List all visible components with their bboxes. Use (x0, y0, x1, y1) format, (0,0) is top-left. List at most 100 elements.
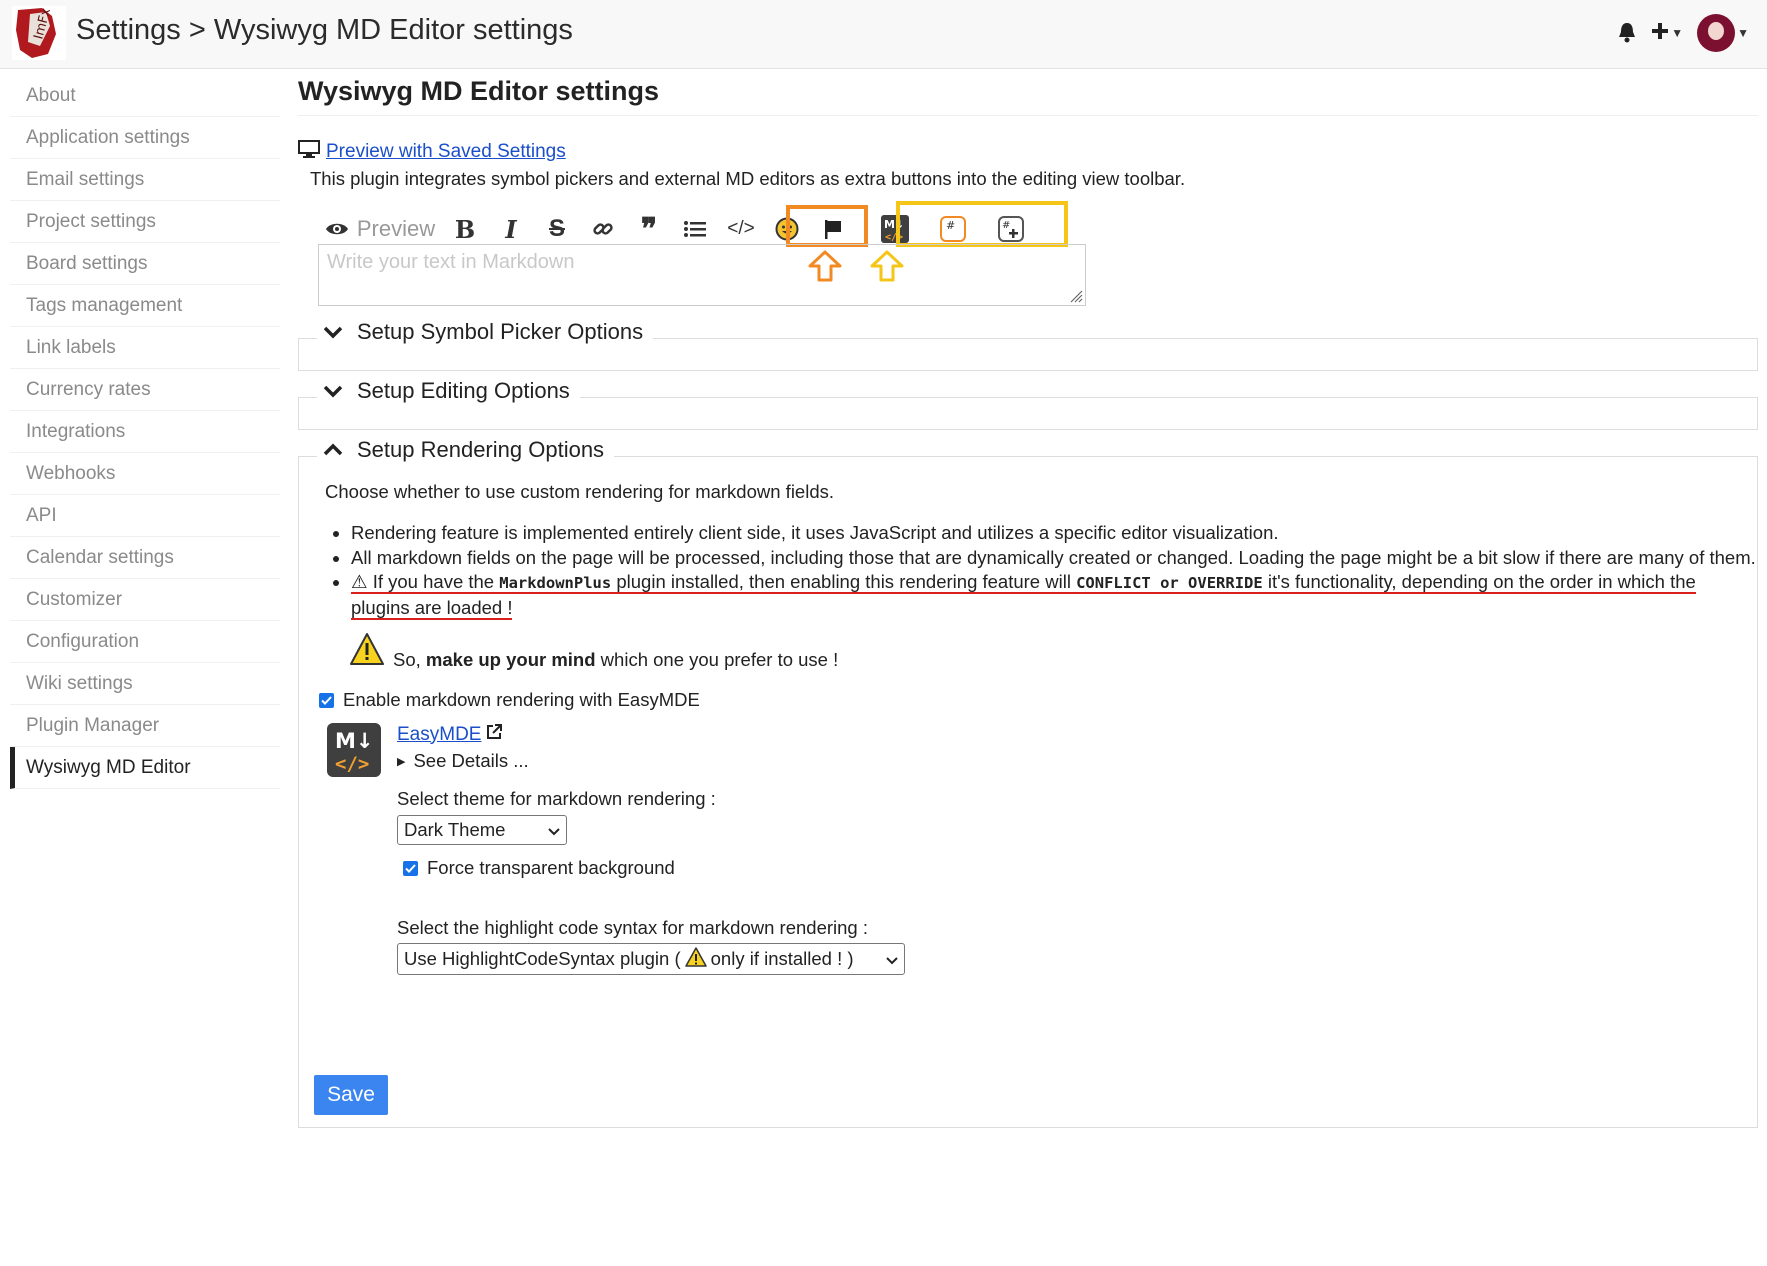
sidebar-item-configuration[interactable]: Configuration (10, 621, 280, 663)
main-content: Wysiwyg MD Editor settings Preview with … (298, 68, 1758, 312)
mind-text-b: which one you prefer to use ! (595, 649, 839, 670)
yellow-arrow-up-icon (870, 250, 904, 287)
external-link-icon (485, 723, 503, 746)
mind-note: So, make up your mind which one you pref… (349, 632, 1759, 671)
warning-text-a: ⚠ If you have the (351, 571, 500, 592)
new-item-menu[interactable]: ▼ (1651, 22, 1683, 45)
eye-icon (325, 221, 349, 237)
symbol-picker-title: Setup Symbol Picker Options (357, 319, 644, 344)
list-button[interactable] (672, 209, 718, 249)
list-item: Rendering feature is implemented entirel… (351, 521, 1759, 546)
theme-select[interactable]: Dark Theme (397, 815, 567, 845)
sidebar-item-wiki-settings[interactable]: Wiki settings (10, 663, 280, 705)
easymde-link[interactable]: EasyMDE (397, 724, 481, 746)
bold-button[interactable]: B (442, 209, 488, 249)
mind-text-bold: make up your mind (425, 649, 596, 670)
user-menu[interactable]: ▼ (1697, 14, 1749, 52)
rendering-options-toggle[interactable]: Setup Rendering Options (317, 437, 615, 463)
sidebar-item-integrations[interactable]: Integrations (10, 411, 280, 453)
avatar (1697, 14, 1736, 52)
rendering-intro: Choose whether to use custom rendering f… (325, 481, 835, 502)
caret-down-icon: ▼ (1671, 26, 1684, 40)
list-icon (684, 220, 706, 238)
italic-icon: I (505, 214, 517, 244)
warning-text-b: plugin installed, then enabling this ren… (611, 571, 1077, 592)
sidebar-item-application-settings[interactable]: Application settings (10, 117, 280, 159)
editing-options-title: Setup Editing Options (357, 378, 570, 403)
preview-label: Preview (356, 216, 436, 241)
transparent-bg-label: Force transparent background (427, 857, 675, 878)
sidebar-item-about[interactable]: About (10, 75, 280, 117)
resize-handle-icon[interactable] (1069, 289, 1083, 303)
list-item: All markdown fields on the page will be … (351, 546, 1759, 571)
bold-icon: B (454, 214, 476, 244)
rendering-notes-list: Rendering feature is implemented entirel… (351, 521, 1759, 620)
sidebar-item-board-settings[interactable]: Board settings (10, 243, 280, 285)
see-details-toggle[interactable]: ▶ See Details ... (397, 750, 905, 772)
settings-sidebar: About Application settings Email setting… (10, 75, 280, 789)
plus-icon (1651, 22, 1669, 45)
save-button[interactable]: Save (314, 1075, 388, 1115)
svg-text:M↓: M↓ (335, 729, 374, 753)
strikethrough-button[interactable]: S (534, 209, 580, 249)
mind-text-a: So, (393, 649, 426, 670)
preview-button[interactable]: Preview (318, 209, 442, 249)
monitor-icon (298, 140, 320, 164)
yellow-highlight-box (896, 201, 1068, 247)
quote-icon: ❞ (640, 212, 658, 246)
highlight-select-value-a: Use HighlightCodeSyntax plugin ( (404, 948, 681, 969)
markdown-textarea[interactable]: Write your text in Markdown (318, 244, 1086, 306)
preview-saved-settings-link[interactable]: Preview with Saved Settings (326, 141, 566, 163)
chevron-down-icon (323, 319, 343, 345)
sidebar-item-calendar-settings[interactable]: Calendar settings (10, 537, 280, 579)
strikethrough-icon: S (548, 215, 565, 242)
sidebar-item-api[interactable]: API (10, 495, 280, 537)
enable-rendering-checkbox[interactable] (319, 692, 334, 708)
bullet-text: All markdown fields on the page will be … (351, 546, 1756, 568)
code-button[interactable]: </> (718, 209, 764, 249)
sidebar-item-tags-management[interactable]: Tags management (10, 285, 280, 327)
easymde-options: M↓ </> EasyMDE ▶ See Details ... Select t… (299, 723, 1759, 975)
see-details-label: See Details ... (413, 750, 529, 771)
easymde-logo: M↓ </> (327, 723, 381, 777)
chevron-down-icon (548, 819, 560, 841)
breadcrumb: Settings > Wysiwyg MD Editor settings (76, 14, 573, 46)
redmine-logo[interactable]: ImFx (12, 6, 66, 60)
symbol-picker-fieldset: Setup Symbol Picker Options (298, 319, 1758, 371)
bell-icon[interactable] (1617, 22, 1637, 44)
code-icon: </> (727, 218, 755, 239)
warning-icon (349, 632, 385, 671)
symbol-picker-toggle[interactable]: Setup Symbol Picker Options (317, 319, 654, 345)
sidebar-item-link-labels[interactable]: Link labels (10, 327, 280, 369)
link-icon (592, 218, 614, 240)
chevron-down-icon (323, 378, 343, 404)
triangle-right-icon: ▶ (397, 755, 406, 768)
sidebar-item-customizer[interactable]: Customizer (10, 579, 280, 621)
textarea-placeholder: Write your text in Markdown (327, 251, 575, 273)
quote-button[interactable]: ❞ (626, 209, 672, 249)
rendering-options-fieldset: Setup Rendering Options Choose whether t… (298, 437, 1759, 1128)
highlight-label: Select the highlight code syntax for mar… (397, 917, 868, 938)
link-button[interactable] (580, 209, 626, 249)
sidebar-item-webhooks[interactable]: Webhooks (10, 453, 280, 495)
sidebar-item-plugin-manager[interactable]: Plugin Manager (10, 705, 280, 747)
orange-highlight-box (786, 205, 868, 247)
highlight-select-value-b: only if installed ! ) (710, 948, 854, 969)
theme-select-value: Dark Theme (404, 819, 506, 840)
warning-icon (684, 946, 707, 972)
markdownplus-code: MarkdownPlus (499, 574, 612, 592)
sidebar-item-currency-rates[interactable]: Currency rates (10, 369, 280, 411)
enable-rendering-row: Enable markdown rendering with EasyMDE (319, 689, 1759, 711)
bullet-text: Rendering feature is implemented entirel… (351, 522, 1279, 543)
sidebar-item-email-settings[interactable]: Email settings (10, 159, 280, 201)
sidebar-item-project-settings[interactable]: Project settings (10, 201, 280, 243)
conflict-warning: ⚠ If you have the MarkdownPlus plugin in… (351, 571, 1696, 620)
rendering-options-title: Setup Rendering Options (357, 437, 605, 462)
editing-options-toggle[interactable]: Setup Editing Options (317, 378, 580, 404)
highlight-select[interactable]: Use HighlightCodeSyntax plugin ( only if… (397, 943, 905, 975)
italic-button[interactable]: I (488, 209, 534, 249)
chevron-up-icon (323, 437, 343, 463)
transparent-bg-checkbox[interactable] (403, 860, 418, 876)
orange-arrow-up-icon (808, 250, 842, 287)
sidebar-item-wysiwyg-md-editor[interactable]: Wysiwyg MD Editor (10, 747, 280, 789)
